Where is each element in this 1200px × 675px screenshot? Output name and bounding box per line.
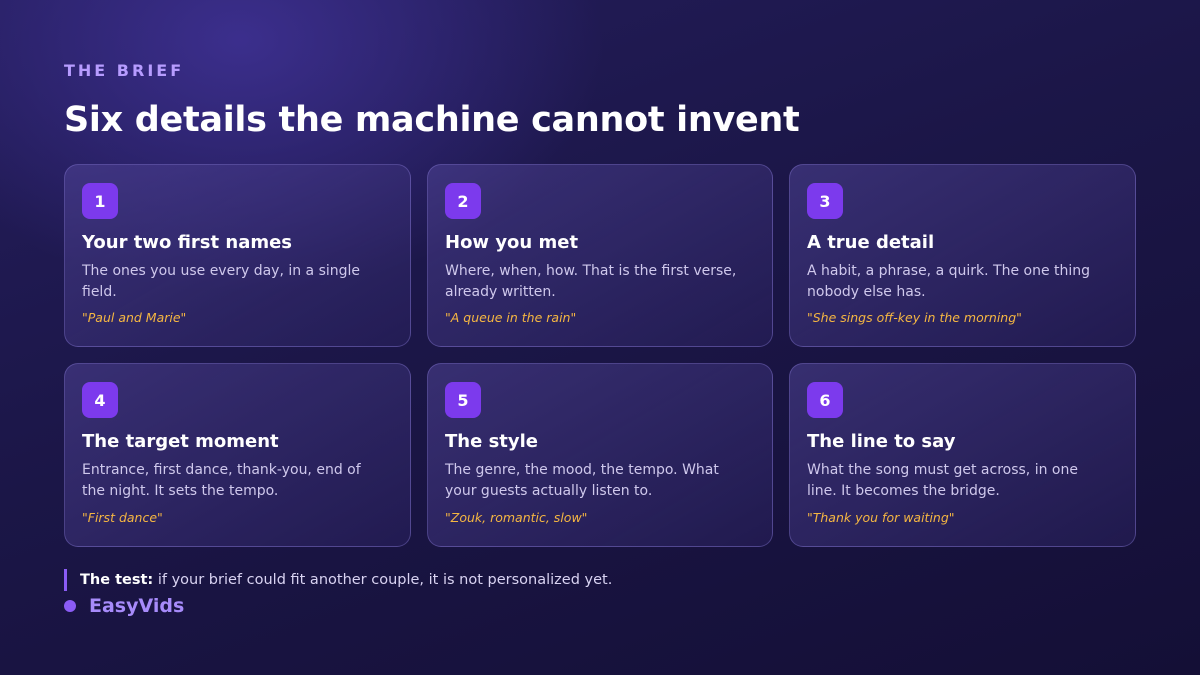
card-description: The ones you use every day, in a single … [82,263,361,300]
card-example: "Paul and Marie" [82,310,187,325]
card-title: The line to say [807,431,956,452]
brand-name: EasyVids [89,595,185,617]
card-title: How you met [445,232,579,253]
detail-card-5: 5 The style The genre, the mood, the tem… [427,363,773,547]
card-example: "A queue in the rain" [445,310,577,325]
section-eyebrow: THE BRIEF [64,61,185,80]
card-example: "First dance" [82,510,163,525]
card-description: A habit, a phrase, a quirk. The one thin… [807,263,1091,300]
detail-card-1: 1 Your two first names The ones you use … [64,164,411,347]
test-callout-label: The test: [80,572,154,588]
card-example: "Thank you for waiting" [807,510,955,525]
card-title: A true detail [807,232,935,253]
card-number-badge: 6 [807,382,843,418]
card-number-badge: 2 [445,183,481,219]
card-example: "Zouk, romantic, slow" [445,510,588,525]
card-title: Your two first names [82,232,293,253]
card-description: The genre, the mood, the tempo. What you… [445,462,719,499]
brand-logo: EasyVids [64,594,184,618]
card-title: The target moment [82,431,279,452]
detail-card-2: 2 How you met Where, when, how. That is … [427,164,773,347]
details-grid: 1 Your two first names The ones you use … [64,164,1136,547]
detail-card-6: 6 The line to say What the song must get… [789,363,1136,547]
card-number-badge: 5 [445,382,481,418]
card-example: "She sings off-key in the morning" [807,310,1022,325]
page-title: Six details the machine cannot invent [64,100,800,140]
detail-card-3: 3 A true detail A habit, a phrase, a qui… [789,164,1136,347]
card-description: What the song must get across, in one li… [807,462,1078,499]
card-description: Entrance, first dance, thank-you, end of… [82,462,361,499]
test-callout: The test: if your brief could fit anothe… [64,569,612,591]
brand-dot-icon [64,600,76,612]
card-number-badge: 1 [82,183,118,219]
card-number-badge: 4 [82,382,118,418]
card-title: The style [445,431,538,452]
card-number-badge: 3 [807,183,843,219]
test-callout-text: if your brief could fit another couple, … [153,572,613,588]
card-description: Where, when, how. That is the first vers… [445,263,737,300]
detail-card-4: 4 The target moment Entrance, first danc… [64,363,411,547]
